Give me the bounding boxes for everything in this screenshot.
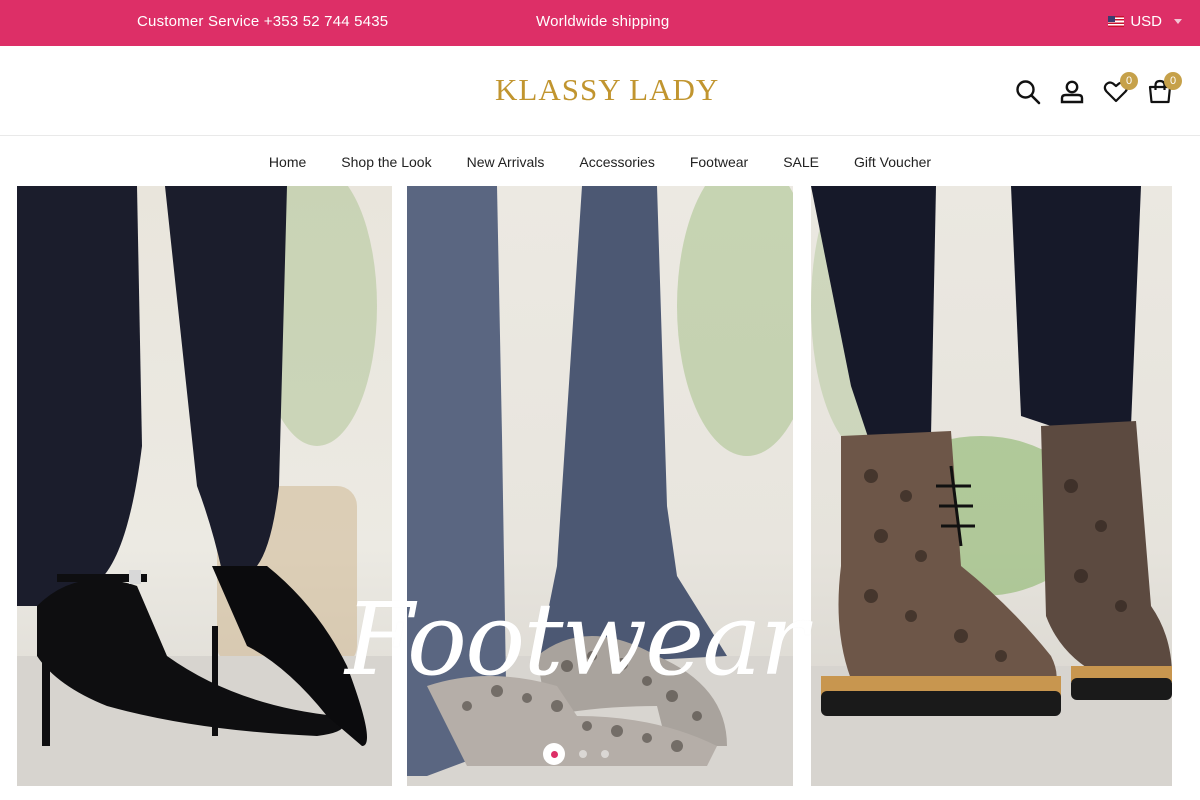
currency-label: USD [1130, 13, 1162, 30]
heels-illustration [17, 186, 392, 786]
cart-count-badge: 0 [1164, 72, 1182, 90]
logo-text: KLASSY LADY [495, 72, 720, 107]
site-header: KLASSY LADY 0 0 [0, 46, 1200, 136]
nav-item-shop-the-look[interactable]: Shop the Look [341, 154, 431, 170]
slider-dot-2[interactable] [579, 750, 587, 758]
boots-illustration [811, 186, 1172, 786]
nav-item-sale[interactable]: SALE [783, 154, 819, 170]
wishlist-button[interactable]: 0 [1094, 72, 1138, 110]
hero-image-heels [17, 186, 392, 786]
header-icons: 0 0 [1006, 72, 1182, 110]
currency-selector[interactable]: USD [1108, 13, 1182, 30]
us-flag-icon [1108, 16, 1125, 27]
site-logo[interactable]: KLASSY LADY [495, 72, 719, 108]
nav-item-gift-voucher[interactable]: Gift Voucher [854, 154, 931, 170]
cart-button[interactable]: 0 [1138, 72, 1182, 110]
slider-dot-3[interactable] [601, 750, 609, 758]
announcement-bar: Customer Service +353 52 744 5435 Worldw… [0, 0, 1200, 46]
hero-title: Footwear [345, 581, 808, 698]
nav-item-accessories[interactable]: Accessories [579, 154, 654, 170]
hero-image-boots [811, 186, 1172, 786]
chevron-down-icon [1174, 19, 1182, 24]
hero-banner[interactable]: Footwear [0, 186, 1200, 786]
wishlist-count-badge: 0 [1120, 72, 1138, 90]
account-icon [1060, 80, 1084, 104]
search-icon [1016, 80, 1041, 105]
shipping-text: Worldwide shipping [536, 13, 670, 30]
account-button[interactable] [1050, 74, 1094, 110]
nav-item-footwear[interactable]: Footwear [690, 154, 748, 170]
nav-item-home[interactable]: Home [269, 154, 306, 170]
search-button[interactable] [1006, 74, 1050, 110]
slider-pagination [543, 743, 609, 765]
customer-service-text: Customer Service +353 52 744 5435 [137, 13, 389, 30]
main-navigation: Home Shop the Look New Arrivals Accessor… [0, 137, 1200, 186]
nav-item-new-arrivals[interactable]: New Arrivals [467, 154, 545, 170]
slider-dot-1[interactable] [543, 743, 565, 765]
